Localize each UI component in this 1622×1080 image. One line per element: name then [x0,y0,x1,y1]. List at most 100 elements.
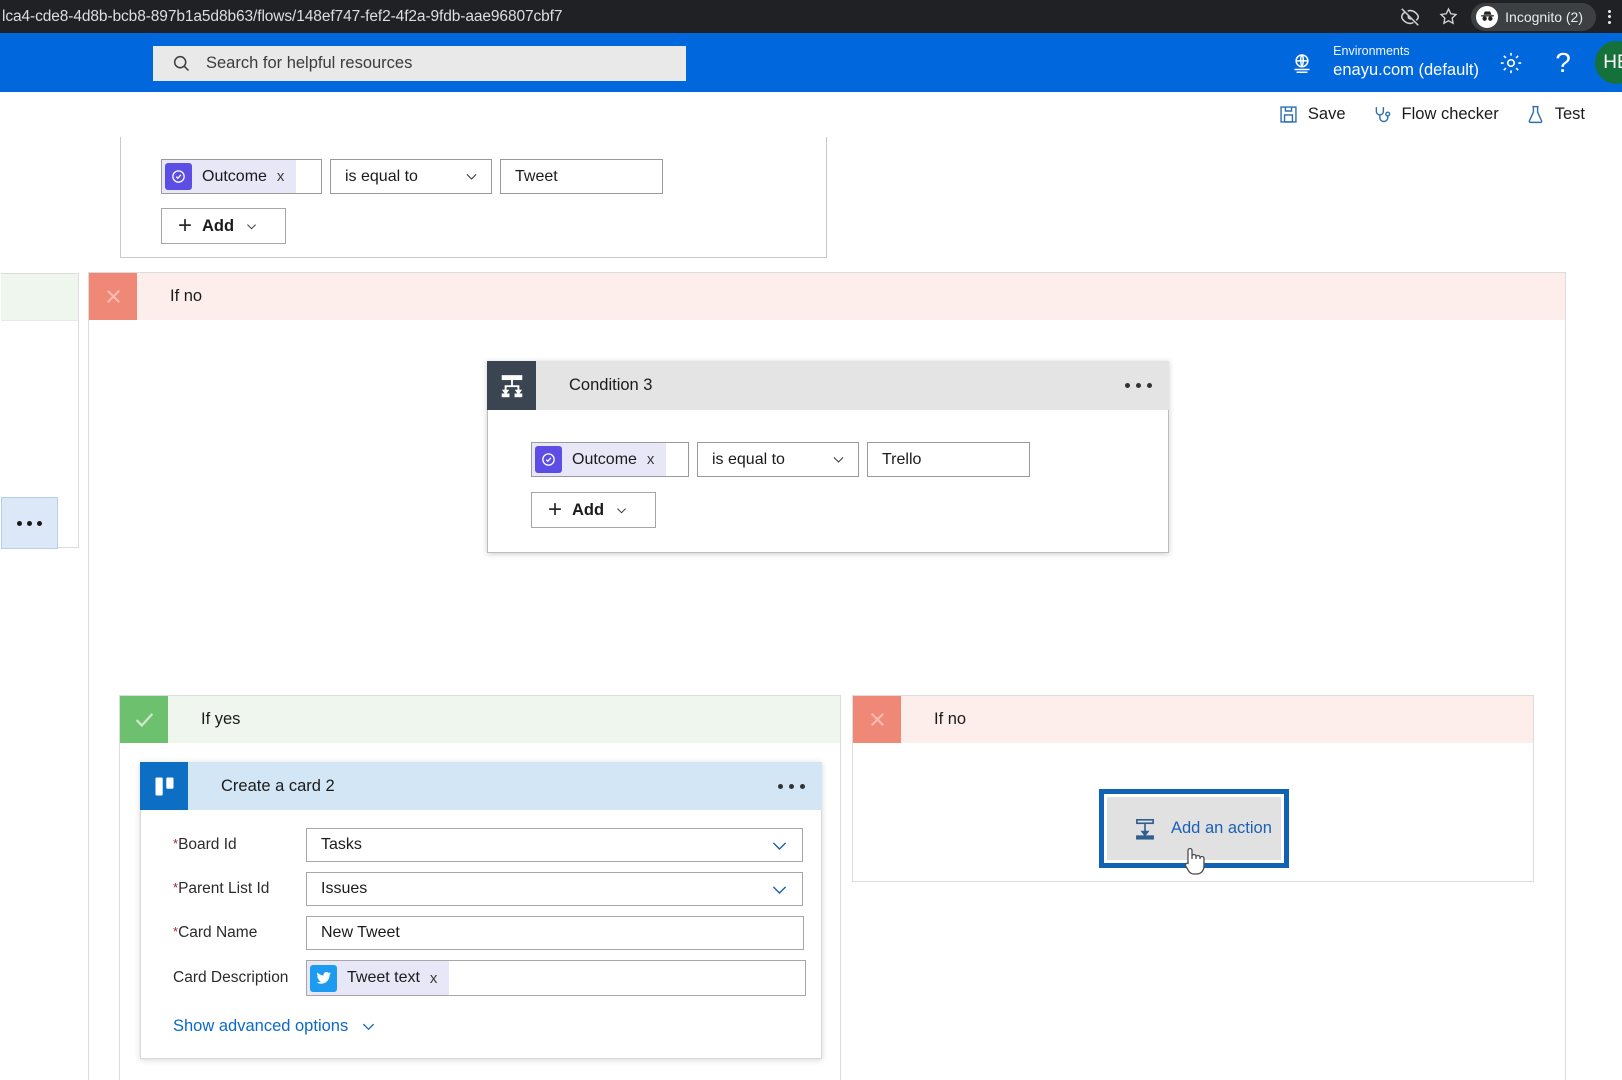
outcome-token[interactable]: Outcome x [162,160,297,193]
condition-3-card: Condition 3 Outcome x is equal to Trello… [487,361,1169,553]
outcome-token-label: Outcome [572,450,637,468]
add-condition-button[interactable]: + Add [161,208,286,244]
card-description-label: Card Description [173,969,289,986]
flow-checker-label: Flow checker [1401,105,1499,123]
environments-label: Environments [1333,44,1410,59]
add-label: Add [572,500,605,519]
tweet-text-token[interactable]: Tweet text x [307,961,450,995]
outer-if-no-branch: If no Condition 3 Outcome x is equal to … [1,272,1566,1080]
tweet-text-token-label: Tweet text [347,969,420,986]
condition-operator-label: is equal to [345,167,418,185]
outer-if-no-label: If no [137,273,1565,320]
url-text[interactable]: lca4-cde8-4d8b-bcb8-897b1a5d8b63/flows/1… [0,8,563,26]
condition-3-title: Condition 3 [569,376,653,394]
condition-3-header[interactable]: Condition 3 [487,361,1169,410]
flow-checker-button[interactable]: Flow checker [1359,92,1512,137]
condition-operator-select[interactable]: is equal to [697,442,859,477]
test-label: Test [1554,105,1585,123]
show-advanced-options-label: Show advanced options [173,1017,349,1035]
trello-card-title: Create a card 2 [221,776,335,795]
parent-condition-card: Outcome x is equal to Tweet + Add [120,137,827,258]
gear-icon[interactable] [1485,33,1537,92]
condition-operator-select[interactable]: is equal to [330,159,492,194]
parent-list-id-value: Issues [321,880,368,897]
condition-left-operand[interactable]: Outcome x [531,442,689,477]
x-icon [853,696,901,743]
card-name-input[interactable]: New Tweet [306,916,804,950]
trello-card-body: *Board Id Tasks *Parent List Id Issues *… [140,810,822,1059]
insert-action-icon [1136,818,1154,840]
card-name-label: *Card Name [173,924,258,941]
save-icon [1280,106,1297,123]
board-id-dropdown[interactable]: Tasks [306,828,803,862]
browser-address-bar: lca4-cde8-4d8b-bcb8-897b1a5d8b63/flows/1… [0,0,1622,33]
card-description-input[interactable]: Tweet text x [306,960,806,996]
plus-icon: + [178,212,193,239]
add-label: Add [202,216,235,235]
condition-row: Outcome x is equal to Trello [531,442,1168,477]
save-button[interactable]: Save [1265,92,1359,137]
command-bar: Save Flow checker Test [0,92,1622,137]
chevron-down-icon [833,456,844,463]
browser-toolbar-right: Incognito (2) [1391,0,1622,33]
condition-row: Outcome x is equal to Tweet [161,159,826,194]
header-right-cluster: Environments enayu.com (default) ? HE [1289,33,1622,92]
chevron-down-icon [617,507,627,513]
inner-if-yes-label: If yes [168,696,840,743]
stethoscope-icon [1375,107,1390,123]
trello-card-header[interactable]: Create a card 2 [140,762,822,810]
search-input[interactable]: Search for helpful resources [153,46,686,81]
add-condition-button[interactable]: + Add [531,492,656,528]
condition-3-more-options-icon[interactable] [1107,361,1169,410]
form-row-board-id: *Board Id Tasks [157,828,803,862]
app-header: Search for helpful resources Environment… [0,33,1622,92]
outcome-token-icon [165,163,192,190]
browser-menu-icon[interactable] [1596,0,1622,33]
incognito-indicator[interactable]: Incognito (2) [1471,2,1596,31]
show-advanced-options-link[interactable]: Show advanced options [157,1017,803,1036]
eye-off-icon[interactable] [1391,0,1429,33]
outcome-token-remove[interactable]: x [277,168,285,185]
tweet-text-token-remove[interactable]: x [430,970,438,987]
condition-value-input[interactable]: Tweet [500,159,663,194]
trello-icon [140,762,188,810]
test-button[interactable]: Test [1512,92,1598,137]
incognito-icon [1476,5,1499,28]
trello-card-more-options-icon[interactable] [760,762,822,810]
chevron-down-icon [772,841,787,850]
app-page: lca4-cde8-4d8b-bcb8-897b1a5d8b63/flows/1… [0,0,1622,1080]
inner-if-no-header: If no [853,696,1533,743]
search-icon [173,55,190,72]
help-icon[interactable]: ? [1537,33,1589,92]
condition-operator-label: is equal to [712,450,785,468]
form-row-card-description: Card Description Tweet text x [157,960,806,996]
avatar[interactable]: HE [1595,41,1622,84]
inner-if-no-label: If no [901,696,1533,743]
outcome-token-remove[interactable]: x [647,451,655,468]
plus-icon: + [548,496,563,523]
condition-3-body: Outcome x is equal to Trello + Add [487,410,1169,553]
inner-if-yes-header: If yes [120,696,840,743]
chevron-down-icon [466,173,477,180]
environment-value: enayu.com (default) [1333,61,1479,79]
condition-icon [487,361,536,410]
adjacent-card-more-options-icon[interactable] [1,497,58,549]
add-an-action-button-label: Add an action [1171,819,1272,837]
condition-value-input[interactable]: Trello [867,442,1030,477]
form-row-parent-list-id: *Parent List Id Issues [157,872,803,906]
flow-designer-canvas: Outcome x is equal to Tweet + Add If no … [0,137,1622,1080]
outcome-token[interactable]: Outcome x [532,443,667,476]
condition-left-operand[interactable]: Outcome x [161,159,322,194]
board-id-label: *Board Id [173,836,237,853]
parent-list-id-dropdown[interactable]: Issues [306,872,803,906]
environment-selector[interactable]: Environments enayu.com (default) [1289,44,1485,80]
star-icon[interactable] [1429,0,1467,33]
form-row-card-name: *Card Name New Tweet [157,916,804,950]
chevron-down-icon [772,885,787,894]
twitter-icon [310,964,337,992]
incognito-label: Incognito (2) [1505,8,1583,25]
outcome-token-label: Outcome [202,167,267,185]
search-placeholder: Search for helpful resources [206,54,413,72]
trello-create-card-action: Create a card 2 *Board Id Tasks *Parent … [140,762,822,1059]
outcome-token-icon [535,446,562,473]
